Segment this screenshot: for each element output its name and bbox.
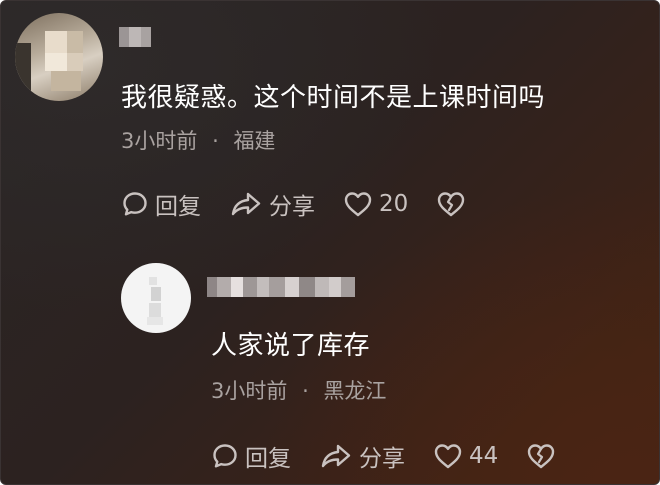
comment-section: 我很疑惑。这个时间不是上课时间吗 3小时前 · 福建 回复 分享 20 人家说了… — [0, 0, 660, 485]
comment-actions: 回复 分享 20 — [121, 187, 494, 221]
reply-label: 回复 — [245, 446, 291, 472]
avatar[interactable] — [15, 13, 103, 101]
share-button[interactable]: 分享 — [319, 439, 405, 473]
share-arrow-icon — [321, 444, 351, 468]
share-label: 分享 — [359, 446, 405, 472]
reply-meta: 3小时前 · 黑龙江 — [211, 375, 386, 405]
location: 福建 — [233, 129, 276, 153]
reply-text: 人家说了库存 — [211, 331, 371, 361]
like-button[interactable]: 20 — [343, 190, 408, 218]
speech-bubble-icon — [123, 192, 147, 216]
dislike-button[interactable] — [526, 442, 556, 470]
reply-button[interactable]: 回复 — [121, 187, 201, 221]
username-blurred[interactable] — [119, 27, 151, 47]
comment-text: 我很疑惑。这个时间不是上课时间吗 — [121, 83, 546, 113]
heart-icon — [344, 192, 372, 217]
speech-bubble-icon — [213, 444, 237, 468]
like-count: 20 — [379, 191, 409, 217]
share-arrow-icon — [231, 192, 261, 216]
dislike-button[interactable] — [436, 190, 466, 218]
heart-icon — [434, 444, 462, 469]
like-count: 44 — [469, 443, 499, 469]
location: 黑龙江 — [323, 379, 387, 403]
reply-actions: 回复 分享 44 — [211, 439, 584, 473]
timestamp: 3小时前 — [121, 129, 198, 153]
comment-meta: 3小时前 · 福建 — [121, 125, 275, 155]
avatar[interactable] — [121, 263, 191, 333]
share-button[interactable]: 分享 — [229, 187, 315, 221]
reply-label: 回复 — [155, 194, 201, 220]
broken-heart-icon — [528, 444, 555, 469]
reply-button[interactable]: 回复 — [211, 439, 291, 473]
username-blurred[interactable] — [207, 277, 355, 297]
broken-heart-icon — [438, 192, 465, 217]
meta-separator: · — [212, 129, 219, 153]
like-button[interactable]: 44 — [433, 442, 498, 470]
meta-separator: · — [302, 379, 309, 403]
share-label: 分享 — [269, 194, 315, 220]
timestamp: 3小时前 — [211, 379, 288, 403]
